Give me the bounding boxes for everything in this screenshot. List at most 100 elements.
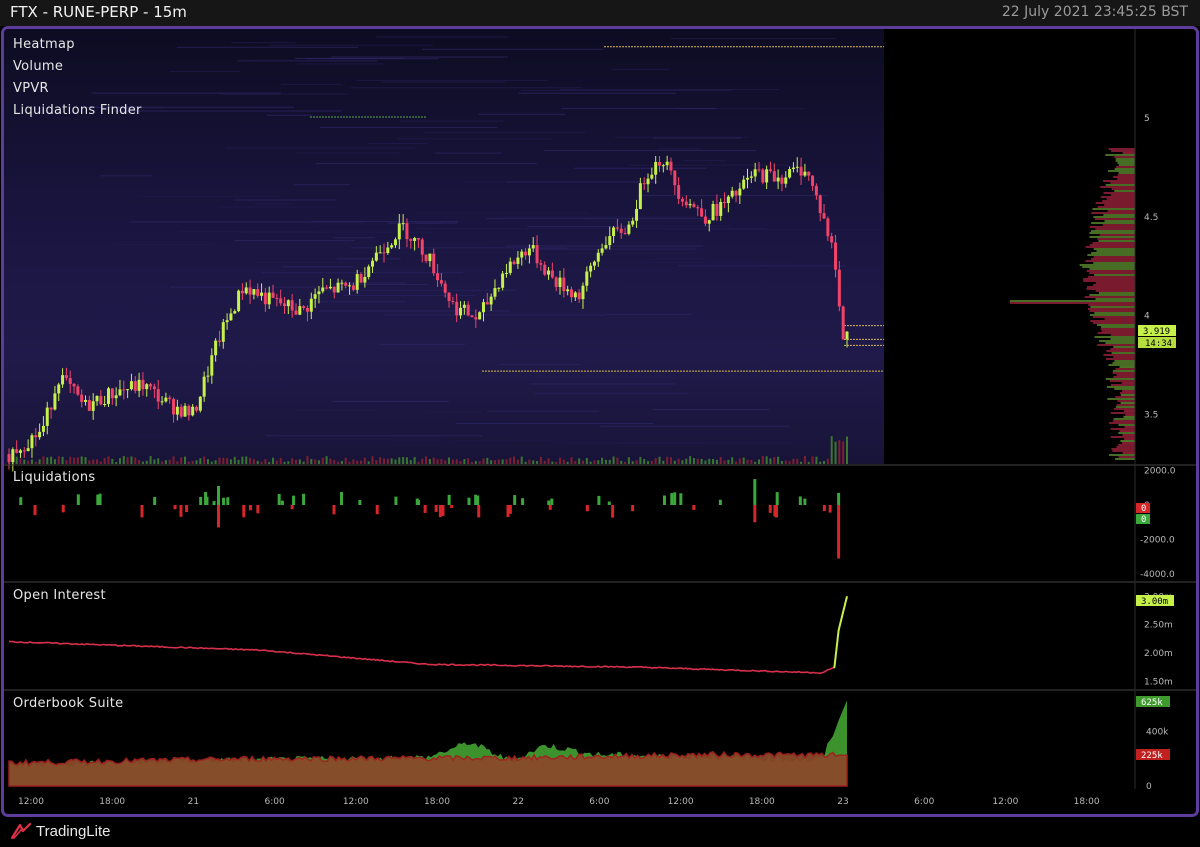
volume-bar	[241, 456, 244, 464]
candle-body	[592, 261, 596, 266]
volume-bar	[838, 440, 841, 464]
open-interest-spike	[833, 596, 848, 669]
candle-body	[99, 395, 103, 405]
volume-bar	[233, 456, 236, 464]
candle-body	[351, 285, 355, 290]
volume-bar	[145, 460, 148, 464]
volume-bar	[214, 460, 217, 464]
orderbook-suite-label[interactable]: Orderbook Suite	[13, 696, 123, 711]
liquidation-spike-sell	[753, 505, 757, 523]
market-title: FTX - RUNE-PERP - 15m	[10, 3, 187, 21]
liquidation-spike-buy	[837, 492, 841, 505]
liquidation-bar	[828, 505, 832, 513]
candle-body	[302, 306, 306, 308]
candle-body	[49, 407, 53, 410]
candle-body	[84, 399, 88, 402]
volume-bar	[574, 461, 577, 464]
volume-bar	[333, 460, 336, 464]
candle-body	[34, 435, 38, 438]
candle-body	[485, 302, 489, 305]
vpvr-label[interactable]: VPVR	[13, 81, 49, 96]
volume-bar	[807, 461, 810, 464]
candle-body	[703, 216, 707, 224]
volume-bar	[394, 459, 397, 464]
volume-bar	[658, 456, 661, 464]
open-interest-label[interactable]: Open Interest	[13, 588, 106, 603]
candle-body	[22, 450, 26, 452]
candle-body	[45, 407, 49, 426]
candle-body	[834, 242, 838, 270]
volume-label[interactable]: Volume	[13, 59, 63, 74]
volume-bar	[601, 457, 604, 464]
volume-bar	[222, 457, 225, 464]
chart-frame[interactable]: Heatmap Volume VPVR Liquidations Finder …	[1, 26, 1199, 817]
liquidation-bar	[302, 493, 306, 505]
candle-body	[390, 245, 394, 248]
liquidations-label[interactable]: Liquidations	[13, 470, 95, 485]
volume-bar	[474, 461, 477, 464]
tradinglite-logo-icon	[10, 822, 32, 840]
orderbook-axis[interactable]: 625k400k225k0	[1146, 697, 1169, 792]
candle-body	[569, 289, 573, 298]
candle-body	[279, 298, 283, 304]
candle-body	[424, 254, 428, 262]
time-axis[interactable]: 12:00 18:00 21 6:00 12:00 18:00 22 6:00 12:00 18:…	[18, 797, 1100, 807]
time-tick-label: 22	[512, 797, 523, 807]
candle-body	[179, 406, 183, 417]
volume-bar	[283, 461, 286, 464]
price-axis[interactable]: 5 4.5 4 3.5	[1144, 114, 1158, 421]
candle-body	[799, 166, 803, 176]
volume-bar	[692, 458, 695, 464]
volume-bar	[65, 460, 68, 464]
volume-bar	[777, 456, 780, 464]
liquidation-bar	[803, 498, 807, 505]
volume-bar	[252, 459, 255, 464]
liquidation-bar	[476, 495, 480, 505]
candle-body	[72, 383, 76, 387]
volume-bar	[226, 458, 229, 464]
volume-bar	[440, 458, 443, 464]
volume-bar	[337, 461, 340, 464]
candle-body	[137, 379, 141, 391]
volume-bar	[555, 461, 558, 464]
candle-body	[711, 204, 715, 221]
liquidations-tick-label: 2000.0	[1144, 466, 1176, 476]
chart-canvas[interactable]: Heatmap Volume VPVR Liquidations Finder …	[4, 29, 1196, 814]
volume-bar	[513, 456, 516, 464]
volume-bar	[444, 460, 447, 464]
liquidation-bar	[521, 498, 525, 505]
price-tick-label: 3.5	[1144, 411, 1158, 421]
volume-bar	[195, 460, 198, 464]
volume-bar	[811, 456, 814, 464]
volume-bar	[356, 460, 359, 464]
volume-bar	[467, 458, 470, 464]
candle-body	[328, 286, 332, 289]
candle-body	[807, 171, 811, 176]
candle-body	[214, 340, 218, 356]
volume-bar	[38, 459, 41, 464]
volume-bar	[92, 459, 95, 464]
candle-body	[187, 405, 191, 416]
liquidation-bar	[673, 492, 677, 505]
time-tick-label: 18:00	[424, 797, 450, 807]
candle-body	[206, 375, 210, 377]
candle-body	[298, 306, 302, 315]
candle-body	[118, 389, 122, 396]
candle-body	[397, 223, 401, 240]
volume-bar	[650, 460, 653, 464]
heatmap-label[interactable]: Heatmap	[13, 37, 75, 52]
time-tick-label: 12:00	[343, 797, 369, 807]
volume-bar	[321, 457, 324, 464]
liquidation-bar	[205, 496, 209, 505]
time-tick-label: 18:00	[99, 797, 125, 807]
candle-body	[654, 162, 658, 175]
liquidations-finder-label[interactable]: Liquidations Finder	[13, 103, 142, 118]
candle-body	[665, 161, 669, 166]
liquidation-bar	[508, 505, 512, 514]
candle-body	[344, 282, 348, 286]
volume-bar	[742, 457, 745, 464]
candle-body	[772, 171, 776, 182]
volume-bar	[570, 457, 573, 464]
volume-bar	[363, 457, 366, 464]
volume-bar	[746, 459, 749, 464]
